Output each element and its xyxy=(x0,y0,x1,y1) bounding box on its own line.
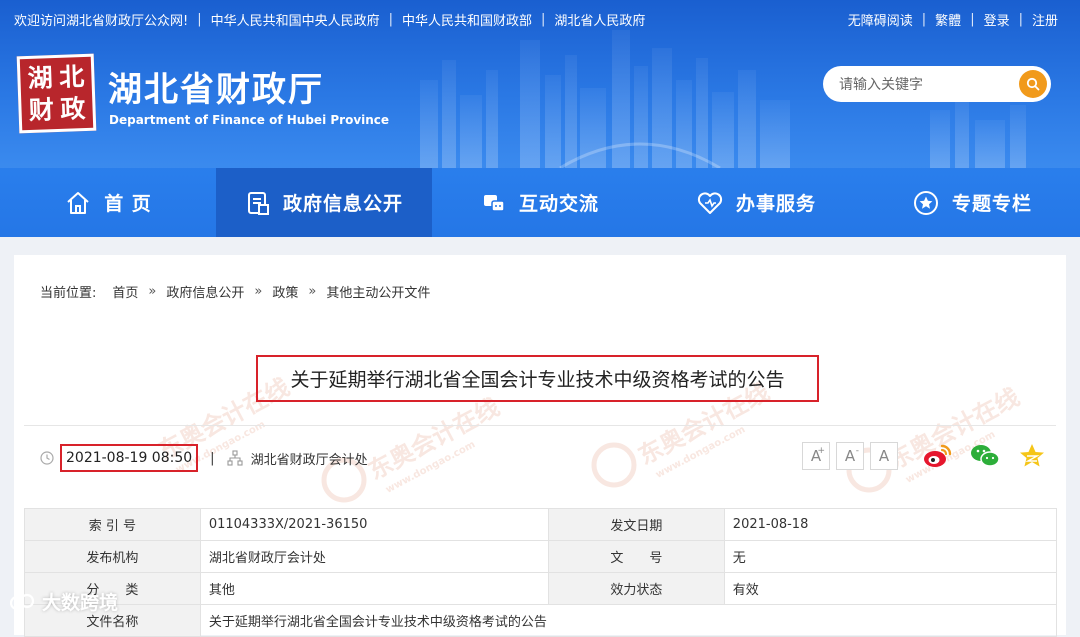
site-header: 欢迎访问湖北省财政厅公众网! | 中华人民共和国中央人民政府 | 中华人民共和国… xyxy=(0,0,1080,237)
site-title: 湖北省财政厅 xyxy=(108,70,324,110)
table-key: 发布机构 xyxy=(24,540,201,573)
home-icon xyxy=(67,191,89,214)
search-box xyxy=(823,66,1051,102)
table-value: 关于延期举行湖北省全国会计专业技术中级资格考试的公告 xyxy=(199,604,1058,637)
corner-watermark-brand: 大数跨境 xyxy=(10,588,118,615)
welcome-text: 欢迎访问湖北省财政厅公众网! xyxy=(14,14,189,29)
nav-home[interactable]: 首 页 xyxy=(0,168,216,237)
breadcrumb-other-documents[interactable]: 其他主动公开文件 xyxy=(326,282,430,301)
watermark-url: www.dongao.com xyxy=(654,424,747,481)
search-button[interactable] xyxy=(1019,70,1047,98)
table-value: 无 xyxy=(723,540,1058,573)
watermark-url: www.dongao.com xyxy=(384,439,477,496)
breadcrumb: 当前位置: 首页 » 政府信息公开 » 政策 » 其他主动公开文件 xyxy=(40,282,430,301)
plus-sign: + xyxy=(817,446,825,456)
corner-brand-text: 大数跨境 xyxy=(42,592,119,614)
breadcrumb-separator: » xyxy=(254,284,263,299)
nav-label: 首 页 xyxy=(104,193,152,215)
logo-seal[interactable]: 湖 北 财 政 xyxy=(16,53,97,134)
source-organization: 湖北省财政厅会计处 xyxy=(250,452,368,468)
seal-char: 北 xyxy=(58,62,85,92)
chat-icon xyxy=(483,194,505,212)
font-size-decrease-button[interactable]: A- xyxy=(836,442,864,470)
minus-sign: - xyxy=(855,446,859,456)
seal-char: 政 xyxy=(59,94,86,124)
nav-label: 专题专栏 xyxy=(951,193,1032,215)
seal-char: 湖 xyxy=(27,63,54,93)
search-input[interactable] xyxy=(839,74,1009,94)
nav-services[interactable]: 办事服务 xyxy=(648,168,864,237)
article-title: 关于延期举行湖北省全国会计专业技术中级资格考试的公告 xyxy=(256,355,819,402)
table-row: 分 类 其他 效力状态 有效 xyxy=(24,572,1058,605)
breadcrumb-separator: » xyxy=(148,284,157,299)
register-link[interactable]: 注册 xyxy=(1032,10,1058,29)
table-value: 有效 xyxy=(723,572,1058,605)
table-value: 2021-08-18 xyxy=(723,508,1058,541)
table-key: 索 引 号 xyxy=(24,508,201,541)
font-glyph: A xyxy=(844,447,856,465)
document-info-table: 索 引 号 01104333X/2021-36150 发文日期 2021-08-… xyxy=(24,508,1058,637)
top-links-bar: 欢迎访问湖北省财政厅公众网! | 中华人民共和国中央人民政府 | 中华人民共和国… xyxy=(14,10,1058,29)
article-panel: 东奥会计在线 www.dongao.com 东奥会计在线 www.dongao.… xyxy=(14,255,1066,637)
nav-interaction[interactable]: 互动交流 xyxy=(432,168,648,237)
table-key: 效力状态 xyxy=(547,572,725,605)
nav-special-topics[interactable]: 专题专栏 xyxy=(864,168,1080,237)
breadcrumb-home[interactable]: 首页 xyxy=(112,282,138,301)
table-value: 其他 xyxy=(199,572,549,605)
brand-logo-icon xyxy=(10,593,35,610)
document-icon xyxy=(247,191,269,215)
divider xyxy=(24,425,1056,426)
breadcrumb-prefix: 当前位置: xyxy=(40,286,97,301)
table-row: 文件名称 关于延期举行湖北省全国会计专业技术中级资格考试的公告 xyxy=(24,604,1058,637)
breadcrumb-government-info[interactable]: 政府信息公开 xyxy=(166,282,244,301)
font-size-reset-button[interactable]: A xyxy=(870,442,898,470)
table-row: 发布机构 湖北省财政厅会计处 文 号 无 xyxy=(24,540,1058,573)
font-glyph: A xyxy=(878,447,890,465)
nav-government-info[interactable]: 政府信息公开 xyxy=(216,168,432,237)
table-key: 文 号 xyxy=(547,540,725,573)
breadcrumb-separator: » xyxy=(308,284,317,299)
star-icon xyxy=(913,190,938,215)
article-meta: 2021-08-19 08:50 | 湖北省财政厅会计处 xyxy=(40,444,368,472)
seal-char: 财 xyxy=(28,95,55,125)
article-tools: A + A- A xyxy=(802,442,1046,470)
wechat-icon[interactable] xyxy=(970,443,1000,469)
nav-label: 办事服务 xyxy=(735,193,816,215)
table-value: 01104333X/2021-36150 xyxy=(199,508,549,541)
table-value: 湖北省财政厅会计处 xyxy=(199,540,549,573)
publish-time: 2021-08-19 08:50 xyxy=(60,444,199,472)
heart-icon xyxy=(697,191,723,214)
search-icon xyxy=(1026,77,1040,91)
traditional-chinese-link[interactable]: 繁體 xyxy=(935,10,961,29)
link-hubei-government[interactable]: 湖北省人民政府 xyxy=(554,10,645,29)
link-central-government[interactable]: 中华人民共和国中央人民政府 xyxy=(211,10,380,29)
main-nav: 首 页 政府信息公开 互动交流 办事服务 专题专栏 xyxy=(0,168,1080,237)
organization-icon xyxy=(227,450,243,466)
qzone-icon[interactable] xyxy=(1018,443,1046,469)
site-subtitle: Department of Finance of Hubei Province xyxy=(109,113,390,127)
table-row: 索 引 号 01104333X/2021-36150 发文日期 2021-08-… xyxy=(24,508,1058,541)
login-link[interactable]: 登录 xyxy=(984,10,1010,29)
nav-label: 政府信息公开 xyxy=(282,193,403,215)
nav-label: 互动交流 xyxy=(518,193,599,215)
breadcrumb-policy[interactable]: 政策 xyxy=(272,282,298,301)
accessibility-link[interactable]: 无障碍阅读 xyxy=(848,10,913,29)
table-key: 发文日期 xyxy=(547,508,725,541)
font-size-increase-button[interactable]: A + xyxy=(802,442,830,470)
weibo-icon[interactable] xyxy=(922,443,952,469)
watermark-text: 东奥会计在线 xyxy=(364,393,504,485)
clock-icon xyxy=(40,451,54,465)
link-ministry-of-finance[interactable]: 中华人民共和国财政部 xyxy=(402,10,532,29)
